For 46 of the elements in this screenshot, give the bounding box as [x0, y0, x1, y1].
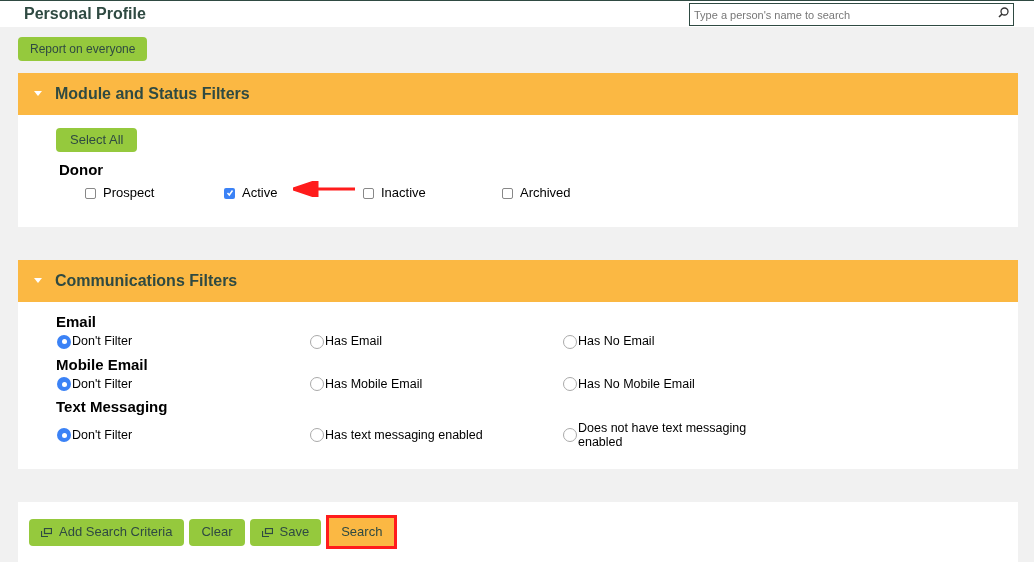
checkbox-label[interactable]: Prospect — [103, 183, 155, 203]
radio-label[interactable]: Has No Email — [578, 334, 655, 348]
radio-label[interactable]: Don't Filter — [72, 334, 133, 348]
radio-label[interactable]: Don't Filter — [72, 376, 133, 391]
footer-button[interactable]: Add Search Criteria — [29, 518, 185, 546]
check-icon — [225, 189, 234, 197]
checkbox[interactable] — [224, 187, 235, 199]
search-field[interactable]: Type a person's name to search — [689, 3, 1014, 27]
checkbox[interactable] — [85, 187, 96, 199]
radio-label[interactable]: Has No Mobile Email — [578, 376, 695, 391]
group-title: Donor — [59, 159, 105, 180]
radio-button[interactable] — [563, 377, 577, 391]
radio-button[interactable] — [563, 334, 577, 349]
radio-label[interactable]: Has Email — [325, 334, 382, 348]
footer-button[interactable]: Search — [326, 515, 398, 549]
checkbox[interactable] — [363, 187, 374, 199]
window-icon — [41, 527, 52, 537]
radio-label[interactable]: Has Mobile Email — [325, 376, 423, 391]
panel-title: Module and Status Filters — [55, 84, 250, 104]
checkbox-label[interactable]: Inactive — [381, 183, 426, 203]
report-button[interactable]: Report on everyone — [18, 37, 148, 61]
radio-label[interactable]: Don't Filter — [72, 427, 133, 442]
footer-button[interactable]: Save — [249, 518, 322, 546]
radio-button[interactable] — [310, 428, 324, 442]
window-icon — [261, 527, 273, 537]
radio-button[interactable] — [57, 334, 71, 349]
group-title: Text Messaging — [56, 397, 169, 417]
radio-button[interactable] — [310, 334, 324, 349]
group-title: Email — [56, 312, 98, 332]
radio-button[interactable] — [563, 428, 577, 442]
select-all-button[interactable]: Select All — [56, 127, 138, 152]
footer-button[interactable]: Clear — [189, 518, 245, 546]
radio-button[interactable] — [57, 428, 71, 442]
radio-button[interactable] — [310, 377, 324, 391]
group-title: Mobile Email — [56, 354, 149, 375]
page-title: Personal Profile — [24, 4, 146, 24]
checkbox-label[interactable]: Archived — [520, 183, 571, 203]
panel-header[interactable]: Communications Filters — [18, 260, 1018, 302]
checkbox[interactable] — [502, 187, 513, 199]
radio-label[interactable]: Does not have text messaging enabled — [578, 420, 768, 449]
search-icon[interactable] — [998, 6, 1009, 18]
radio-button[interactable] — [57, 377, 71, 391]
panel-header[interactable]: Module and Status Filters — [18, 73, 1018, 115]
radio-label[interactable]: Has text messaging enabled — [325, 427, 483, 442]
panel-title: Communications Filters — [55, 271, 238, 291]
checkbox-label[interactable]: Active — [242, 183, 278, 203]
